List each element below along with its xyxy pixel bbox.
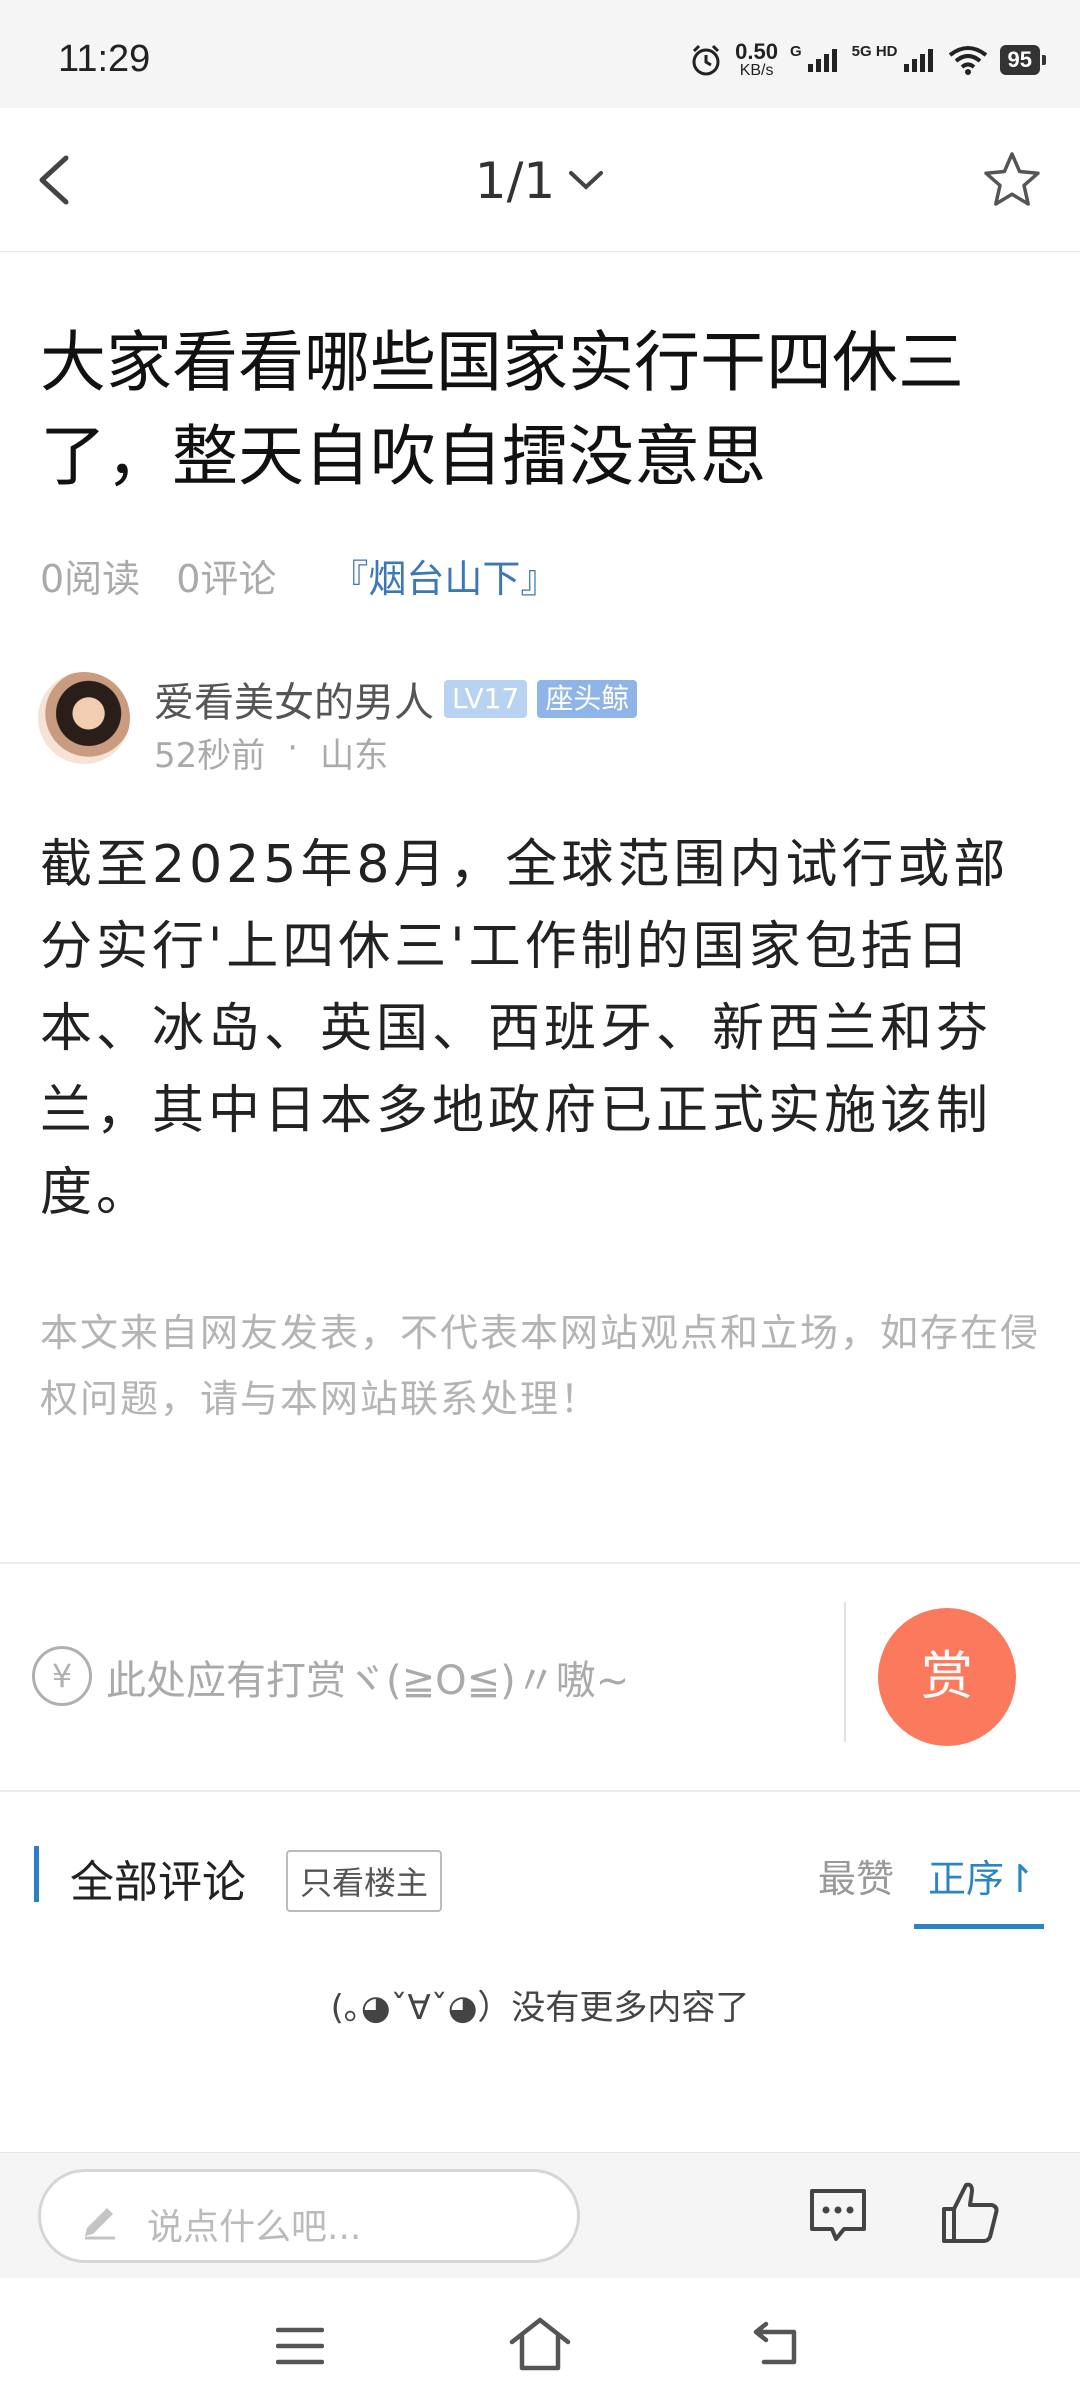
author-block: 爱看美女的男人 LV17 座头鲸 52秒前 · 山东 <box>38 670 1038 776</box>
disclaimer: 本文来自网友发表，不代表本网站观点和立场，如存在侵权问题，请与本网站联系处理！ <box>40 1311 1041 1421</box>
comment-placeholder: 说点什么吧... <box>147 2207 362 2248</box>
thumbs-up-icon[interactable] <box>940 2179 1002 2245</box>
battery-icon: 95 <box>999 45 1047 75</box>
comments-header: 全部评论 只看楼主 最赞 正序↾ <box>0 1812 1080 1932</box>
comment-bar: 说点什么吧... <box>0 2152 1080 2278</box>
star-icon[interactable] <box>980 148 1044 212</box>
read-count: 0阅读 <box>40 557 141 601</box>
author-name[interactable]: 爱看美女的男人 <box>154 670 434 728</box>
post-title: 大家看看哪些国家实行干四休三了，整天自吹自擂没意思 <box>40 324 964 495</box>
status-time: 11:29 <box>58 38 151 80</box>
pencil-icon <box>85 2208 115 2240</box>
forum-link[interactable]: 『烟台山下』 <box>330 548 558 603</box>
home-icon[interactable] <box>508 2316 572 2372</box>
section-marker <box>34 1846 39 1902</box>
wifi-icon <box>948 46 987 75</box>
status-icons: 0.50 KB/s G 5G HD 95 <box>689 39 1047 80</box>
cell-signal-icon <box>807 49 837 72</box>
post-body: 截至2025年8月，全球范围内试行或部分实行'上四休三'工作制的国家包括日本、冰… <box>40 835 1010 1223</box>
post-time: 52秒前 <box>154 736 266 776</box>
page-selector[interactable]: 1/1 <box>0 152 1080 210</box>
nav-bar: 1/1 <box>0 108 1080 252</box>
status-bar: 11:29 0.50 KB/s G 5G HD 95 <box>0 0 1080 108</box>
signal-tag-1: G <box>790 42 802 60</box>
system-nav-bar <box>0 2278 1080 2408</box>
sort-hot-tab[interactable]: 最赞 <box>818 1848 894 1903</box>
comment-count: 0评论 <box>176 557 277 601</box>
active-tab-indicator <box>914 1924 1044 1929</box>
post-location: 山东 <box>320 736 389 776</box>
post-meta: 0阅读 0评论 『烟台山下』 <box>40 548 558 603</box>
divider <box>844 1602 846 1742</box>
meta-separator: · <box>287 728 299 768</box>
only-op-button[interactable]: 只看楼主 <box>286 1850 443 1912</box>
page-indicator: 1/1 <box>474 152 556 210</box>
cell-signal-icon <box>903 49 933 72</box>
reward-section: ¥ 此处应有打赏ヾ(≧O≦)〃嗷~ 赏 <box>0 1564 1080 1790</box>
alarm-icon <box>692 44 720 76</box>
yuan-icon: ¥ <box>32 1646 92 1706</box>
system-back-icon[interactable] <box>752 2318 802 2368</box>
level-badge: LV17 <box>444 679 528 719</box>
comment-input[interactable]: 说点什么吧... <box>38 2169 580 2263</box>
reward-button[interactable]: 赏 <box>878 1608 1016 1746</box>
reward-prompt: 此处应有打赏ヾ(≧O≦)〃嗷~ <box>106 1658 630 1704</box>
empty-comments-text: (｡◕ˇ∀ˇ◕）没有更多内容了 <box>330 1988 750 2028</box>
divider <box>0 1790 1080 1792</box>
comment-icon[interactable] <box>806 2183 870 2247</box>
chevron-down-icon <box>569 171 604 190</box>
menu-icon[interactable] <box>276 2326 324 2366</box>
network-speed: 0.50 KB/s <box>735 39 778 79</box>
avatar[interactable] <box>38 672 130 764</box>
sort-asc-tab[interactable]: 正序↾ <box>928 1848 1036 1903</box>
rank-badge: 座头鲸 <box>537 679 638 719</box>
signal-tag-2: 5G HD <box>851 42 898 60</box>
comments-title: 全部评论 <box>70 1857 246 1908</box>
